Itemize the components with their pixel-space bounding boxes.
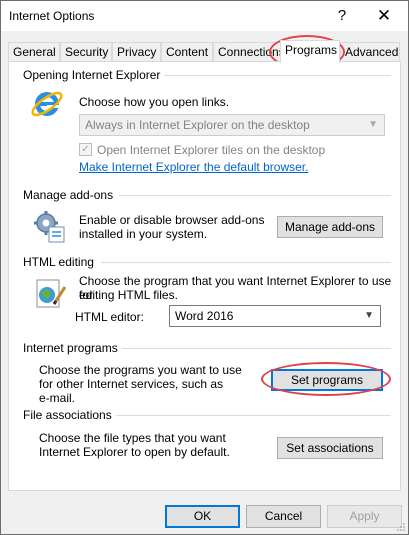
cancel-button[interactable]: Cancel: [246, 505, 321, 528]
addons-description-line2: installed in your system.: [79, 227, 208, 241]
internet-programs-description-line1: Choose the programs you want to use: [39, 363, 242, 377]
internet-explorer-icon: [31, 91, 63, 117]
internet-options-dialog: Internet Options ? ✕ General Security Pr…: [0, 0, 409, 535]
ie-tiles-checkbox-label: Open Internet Explorer tiles on the desk…: [97, 143, 326, 157]
file-associations-description-line2: Internet Explorer to open by default.: [39, 445, 230, 459]
opening-ie-heading: Opening Internet Explorer: [23, 68, 165, 82]
internet-programs-heading: Internet programs: [23, 341, 122, 355]
file-associations-description-line1: Choose the file types that you want: [39, 431, 226, 445]
file-associations-heading: File associations: [23, 408, 116, 422]
internet-programs-description-line2: for other Internet services, such as: [39, 377, 224, 391]
tab-content[interactable]: Content: [161, 42, 213, 62]
html-editor-dropdown[interactable]: Word 2016 ▼: [169, 305, 381, 327]
chevron-down-icon: ▼: [364, 310, 374, 321]
open-links-dropdown-value: Always in Internet Explorer on the deskt…: [85, 118, 310, 132]
manage-addons-heading: Manage add-ons: [23, 188, 118, 202]
html-editing-heading: HTML editing: [23, 255, 98, 269]
ok-button[interactable]: OK: [165, 505, 240, 528]
addons-description-line1: Enable or disable browser add-ons: [79, 213, 265, 227]
html-editor-icon: [36, 279, 67, 308]
divider: [119, 195, 391, 196]
divider: [119, 348, 391, 349]
tab-advanced[interactable]: Advanced: [340, 42, 400, 62]
manage-addons-button[interactable]: Manage add-ons: [277, 216, 383, 238]
set-associations-button[interactable]: Set associations: [277, 437, 383, 459]
html-editing-description-line2: editing HTML files.: [79, 288, 178, 302]
ie-tiles-checkbox[interactable]: ✓: [79, 143, 92, 156]
addons-gear-icon: [34, 211, 65, 243]
tab-connections[interactable]: Connections: [213, 42, 285, 62]
divider: [113, 415, 391, 416]
apply-button[interactable]: Apply: [327, 505, 402, 528]
help-button[interactable]: ?: [328, 4, 356, 28]
html-editor-dropdown-value: Word 2016: [175, 309, 234, 323]
window-title: Internet Options: [9, 9, 95, 23]
set-programs-button[interactable]: Set programs: [271, 369, 383, 391]
tab-privacy[interactable]: Privacy: [112, 42, 161, 62]
html-editor-label: HTML editor:: [75, 310, 144, 324]
divider: [159, 75, 391, 76]
tab-programs[interactable]: Programs: [280, 40, 340, 63]
title-bar[interactable]: Internet Options ? ✕: [1, 1, 408, 31]
programs-panel: Opening Internet Explorer Choose how you…: [8, 61, 401, 491]
open-links-dropdown[interactable]: Always in Internet Explorer on the deskt…: [79, 114, 385, 136]
chevron-down-icon: ▼: [368, 119, 378, 130]
resize-grip-icon[interactable]: [396, 522, 406, 532]
tab-strip: General Security Privacy Content Connect…: [8, 40, 402, 63]
make-default-browser-link[interactable]: Make Internet Explorer the default brows…: [79, 160, 308, 174]
internet-programs-description-line3: e-mail.: [39, 391, 76, 405]
close-button[interactable]: ✕: [370, 4, 398, 28]
tab-security[interactable]: Security: [60, 42, 112, 62]
tab-general[interactable]: General: [8, 42, 60, 62]
divider: [101, 262, 391, 263]
opening-ie-prompt: Choose how you open links.: [79, 95, 230, 109]
